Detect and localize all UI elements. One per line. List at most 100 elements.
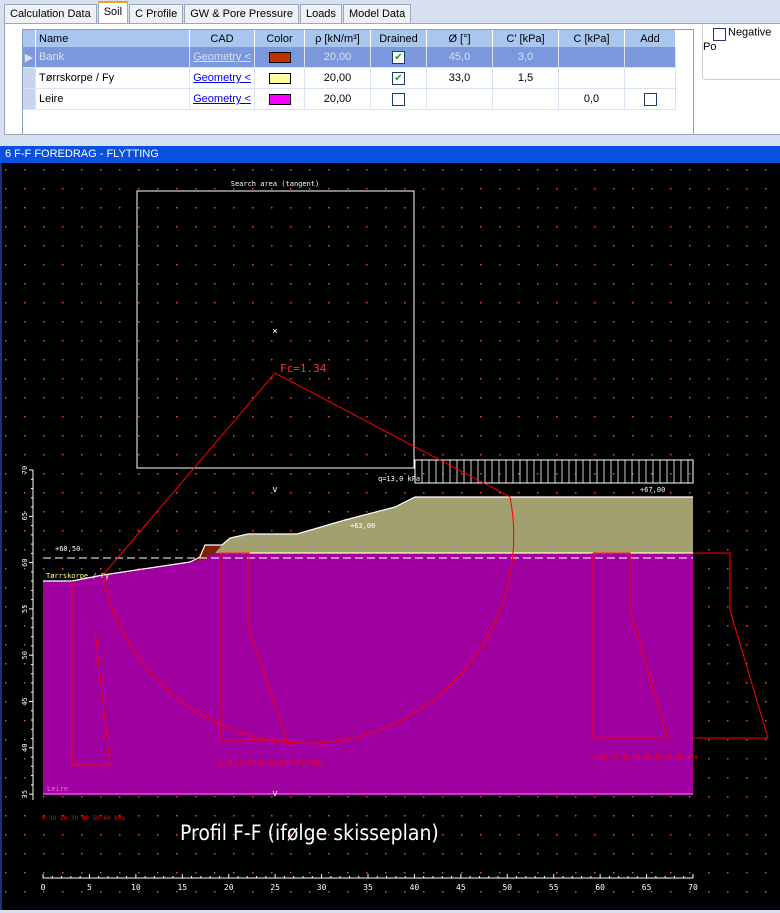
col-phi[interactable]: Ø [°]	[426, 30, 493, 47]
color-swatch[interactable]	[268, 93, 291, 105]
row-header[interactable]: ▶	[23, 47, 36, 68]
cell-name[interactable]: Bank	[35, 47, 190, 68]
row-header[interactable]	[23, 88, 36, 110]
cell-name[interactable]: Tørrskorpe / Fy	[35, 67, 190, 89]
tab-model-data[interactable]: Model Data	[342, 4, 412, 23]
color-swatch[interactable]	[268, 72, 291, 84]
x-tick-label: 25	[270, 883, 280, 892]
cell-color[interactable]	[254, 67, 305, 89]
svg-text:v: v	[272, 485, 277, 495]
x-tick-label: 0	[41, 883, 46, 892]
soil-grid: Name CAD Color ρ [kN/m³] Drained Ø [°] C…	[22, 29, 694, 134]
cell-c[interactable]	[558, 47, 625, 68]
tab-loads[interactable]: Loads	[299, 4, 342, 23]
col-rho[interactable]: ρ [kN/m³]	[304, 30, 371, 47]
negative-pore-checkbox[interactable]	[713, 28, 726, 41]
cell-phi[interactable]	[426, 88, 493, 110]
col-drained[interactable]: Drained	[370, 30, 427, 47]
y-tick-label: 35	[21, 790, 29, 798]
cell-drained[interactable]: ✔	[370, 67, 427, 89]
cell-c-eff[interactable]: 1,5	[492, 67, 559, 89]
level-marker: +63,00	[350, 522, 375, 530]
cell-add[interactable]	[624, 88, 676, 110]
cad-drawing: Search area (tangent) × q=13,0 kPa Fc=1.…	[0, 163, 780, 910]
tab-calculation-data[interactable]: Calculation Data	[4, 4, 97, 23]
drawing-title: Profil F-F (ifølge skisseplan)	[180, 821, 439, 845]
x-tick-label: 45	[456, 883, 466, 892]
y-tick-label: 50	[21, 651, 29, 659]
cell-add[interactable]	[624, 67, 676, 89]
cell-rho[interactable]: 20,00	[304, 67, 371, 89]
y-tick-label: 45	[21, 697, 29, 705]
cell-color[interactable]	[254, 47, 305, 68]
x-tick-label: 35	[363, 883, 373, 892]
col-c[interactable]: C [kPa]	[558, 30, 625, 47]
cell-cad[interactable]: Geometry <	[189, 67, 255, 89]
x-tick-label: 70	[688, 883, 698, 892]
col-name[interactable]: Name	[35, 30, 190, 47]
cell-rho[interactable]: 20,00	[304, 88, 371, 110]
cell-c[interactable]	[558, 67, 625, 89]
cell-phi[interactable]: 33,0	[426, 67, 493, 89]
y-tick-label: 40	[21, 744, 29, 752]
x-tick-label: 60	[595, 883, 605, 892]
geometry-link[interactable]: Geometry <	[193, 72, 251, 84]
level-marker: +60,50	[55, 545, 80, 553]
center-marker-icon: ×	[272, 326, 278, 337]
cell-c-eff[interactable]: 3,0	[492, 47, 559, 68]
cell-drained[interactable]: ✔	[370, 47, 427, 68]
col-color[interactable]: Color	[254, 30, 305, 47]
table-row[interactable]: Leire Geometry < 20,00 0,0	[23, 88, 676, 110]
y-tick-label: 65	[21, 512, 29, 520]
search-area-label: Search area (tangent)	[231, 180, 320, 188]
x-tick-label: 50	[502, 883, 512, 892]
x-tick-label: 10	[131, 883, 141, 892]
drained-checkbox[interactable]: ✔	[392, 50, 405, 64]
cell-add[interactable]	[624, 47, 676, 68]
scale-label: 0 10 20 30 40 50 60 kPa	[42, 815, 125, 822]
x-tick-label: 65	[642, 883, 652, 892]
table-row[interactable]: Tørrskorpe / Fy Geometry < 20,00 ✔ 33,0 …	[23, 67, 676, 89]
tab-bar: Calculation Data Soil C Profile GW & Por…	[4, 1, 412, 24]
options-group: Negative Po	[702, 24, 780, 80]
col-c-eff[interactable]: C' [kPa]	[492, 30, 559, 47]
tab-c-profile[interactable]: C Profile	[129, 4, 184, 23]
color-swatch[interactable]	[268, 51, 291, 63]
cell-drained[interactable]	[370, 88, 427, 110]
safety-factor: Fc=1.34	[280, 362, 327, 375]
geometry-link[interactable]: Geometry <	[193, 51, 251, 63]
y-tick-label: 55	[21, 605, 29, 613]
tab-gw-pore-pressure[interactable]: GW & Pore Pressure	[184, 4, 299, 23]
cell-cad[interactable]: Geometry <	[189, 47, 255, 68]
cell-rho[interactable]: 20,00	[304, 47, 371, 68]
window-title: 6 F-F FOREDRAG - FLYTTING	[0, 146, 780, 163]
cell-name[interactable]: Leire	[35, 88, 190, 110]
geometry-link[interactable]: Geometry <	[193, 93, 251, 105]
soil-panel: Name CAD Color ρ [kN/m³] Drained Ø [°] C…	[4, 23, 780, 135]
x-tick-label: 30	[317, 883, 327, 892]
tab-soil[interactable]: Soil	[97, 1, 129, 24]
y-tick-label: 60	[21, 558, 29, 566]
cell-color[interactable]	[254, 88, 305, 110]
drained-checkbox[interactable]	[392, 92, 405, 106]
y-tick-label: 70	[21, 466, 29, 474]
x-tick-label: 40	[410, 883, 420, 892]
add-checkbox[interactable]	[643, 92, 657, 106]
row-header[interactable]	[23, 67, 36, 89]
cad-canvas[interactable]: Search area (tangent) × q=13,0 kPa Fc=1.…	[0, 163, 780, 910]
drained-checkbox[interactable]: ✔	[392, 71, 405, 85]
clay-label: Leire	[47, 785, 68, 793]
cell-c[interactable]: 0,0	[558, 88, 625, 110]
cell-cad[interactable]: Geometry <	[189, 88, 255, 110]
x-tick-label: 15	[177, 883, 187, 892]
col-cad[interactable]: CAD	[189, 30, 255, 47]
crust-label: Tørrskorpe / Fy	[46, 572, 109, 580]
x-tick-label: 5	[87, 883, 92, 892]
cell-phi[interactable]: 45,0	[426, 47, 493, 68]
load-label: q=13,0 kPa	[378, 475, 420, 483]
svg-text:v: v	[272, 789, 277, 799]
table-row[interactable]: ▶ Bank Geometry < 20,00 ✔ 45,0 3,0	[23, 47, 676, 68]
col-add[interactable]: Add	[624, 30, 676, 47]
cell-c-eff[interactable]	[492, 88, 559, 110]
x-tick-label: 55	[549, 883, 559, 892]
